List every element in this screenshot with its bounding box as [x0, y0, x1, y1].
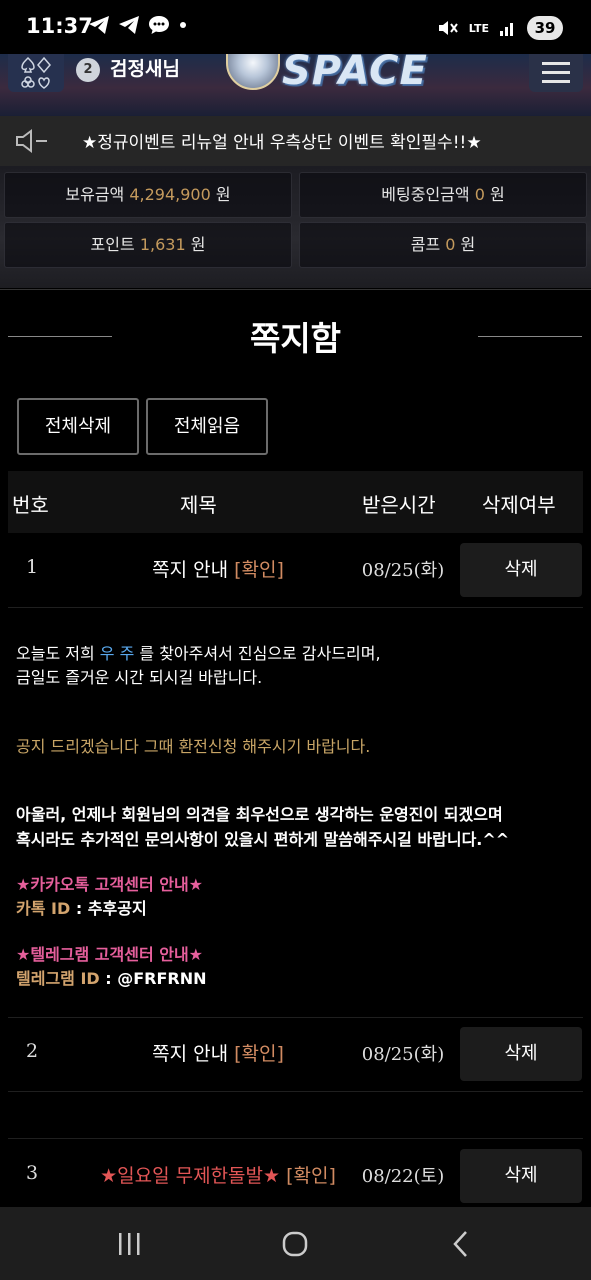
menu-icon-bar — [542, 80, 570, 83]
network-type: LTE — [468, 21, 489, 35]
status-time: 11:37 — [26, 14, 93, 38]
message-content: 오늘도 저희 우 주 를 찾아주셔서 진심으로 감사드리며, 금일도 즐거운 시… — [8, 608, 583, 1018]
betting-amount: 베팅중인금액 0 원 — [299, 172, 587, 218]
speaker-icon — [16, 129, 47, 153]
header-title: 제목 — [180, 493, 217, 517]
notice-bar[interactable]: ★정규이벤트 리뉴얼 안내 우측상단 이벤트 확인필수!!★ — [0, 116, 591, 166]
kakao-id-line: 카톡 ID : 추후공지 — [16, 895, 147, 919]
recent-apps-icon[interactable] — [114, 1229, 144, 1259]
message-line: 오늘도 저희 우 주 를 찾아주셔서 진심으로 감사드리며, — [16, 640, 381, 664]
row-title[interactable]: ★일요일 무제한돌발★ [확인] — [88, 1161, 348, 1188]
comp-label: 콤프 — [410, 235, 441, 254]
read-all-button[interactable]: 전체읽음 — [146, 398, 268, 455]
message-text: 를 찾아주셔서 진심으로 감사드리며, — [134, 644, 381, 663]
betting-label: 베팅중인금액 — [381, 185, 470, 204]
status-right: LTE 39 — [437, 16, 563, 40]
table-row[interactable]: 2 쪽지 안내 [확인] 08/25(화) 삭제 — [8, 1018, 583, 1092]
row-status: [확인] — [234, 1043, 284, 1065]
message-line: 금일도 즐거운 시간 되시길 바랍니다. — [16, 668, 263, 687]
delete-button[interactable]: 삭제 — [460, 543, 582, 597]
telegram-id-value: @FRFRNN — [117, 969, 207, 988]
delete-button[interactable]: 삭제 — [460, 1149, 582, 1203]
message-box-panel: 쪽지함 전체삭제 전체읽음 번호 제목 받은시간 삭제여부 1 쪽지 안내 [확… — [0, 289, 591, 1214]
menu-icon-bar — [542, 71, 570, 74]
row-status: [확인] — [286, 1165, 336, 1187]
point-amount: 포인트 1,631 원 — [4, 222, 292, 268]
row-status: [확인] — [234, 559, 284, 581]
balance-panel: 보유금액 4,294,900 원 베팅중인금액 0 원 포인트 1,631 원 … — [0, 166, 591, 288]
kakao-id-label: 카톡 ID — [16, 899, 71, 918]
comp-value: 0 — [445, 235, 456, 254]
logo-globe-icon — [226, 54, 280, 90]
header-delete: 삭제여부 — [482, 493, 556, 517]
title-divider — [478, 336, 582, 337]
level-badge: 2 — [76, 58, 100, 82]
row-date: 08/22(토) — [361, 1166, 445, 1187]
point-value: 1,631 — [139, 235, 186, 254]
notification-icons — [88, 15, 188, 35]
row-number: 1 — [26, 556, 39, 578]
telegram-id-label: 텔레그램 ID — [16, 969, 100, 988]
dot-icon — [180, 22, 186, 28]
card-suits-icon — [21, 56, 51, 89]
chat-bubble-icon — [149, 16, 169, 34]
site-logo[interactable]: SPACE — [282, 54, 428, 94]
kakao-id-value: 추후공지 — [87, 899, 147, 918]
row-number: 3 — [26, 1162, 39, 1184]
row-title-text: ★일요일 무제한돌발★ — [100, 1165, 281, 1187]
site-name-highlight: 우 주 — [99, 644, 135, 663]
card-suits-button[interactable] — [8, 54, 64, 92]
message-line: 아울러, 언제나 회원님의 의견을 최우선으로 생각하는 운영진이 되겠으며 — [16, 805, 503, 824]
message-text: 오늘도 저희 — [16, 644, 100, 663]
separator: : — [99, 969, 118, 988]
betting-unit: 원 — [489, 185, 505, 204]
row-title[interactable]: 쪽지 안내 [확인] — [88, 555, 348, 582]
row-date: 08/25(화) — [361, 1044, 445, 1065]
betting-value: 0 — [474, 185, 485, 204]
row-number: 2 — [26, 1040, 39, 1062]
back-icon[interactable] — [446, 1229, 476, 1259]
network-indicator: LTE — [469, 23, 489, 34]
delete-button[interactable]: 삭제 — [460, 1027, 582, 1081]
table-row[interactable]: 3 ★일요일 무제한돌발★ [확인] 08/22(토) 삭제 — [8, 1140, 583, 1214]
holding-unit: 원 — [215, 185, 231, 204]
holding-label: 보유금액 — [65, 185, 125, 204]
battery-icon: 39 — [527, 16, 563, 40]
message-line: 혹시라도 추가적인 문의사항이 있을시 편하게 말씀해주시길 바랍니다.^^ — [16, 830, 510, 849]
separator: : — [70, 899, 88, 918]
table-row[interactable]: 1 쪽지 안내 [확인] 08/25(화) 삭제 — [8, 534, 583, 608]
mute-icon — [438, 21, 458, 35]
signal-icon — [500, 23, 513, 36]
row-title-text: 쪽지 안내 — [152, 1043, 229, 1065]
holding-value: 4,294,900 — [129, 185, 211, 204]
header-number: 번호 — [12, 493, 49, 517]
holding-amount: 보유금액 4,294,900 원 — [4, 172, 292, 218]
point-unit: 원 — [190, 235, 206, 254]
row-title[interactable]: 쪽지 안내 [확인] — [88, 1039, 348, 1066]
user-nickname: 검정새님 — [110, 58, 180, 80]
point-label: 포인트 — [90, 235, 135, 254]
row-spacer — [8, 1138, 583, 1139]
telegram-id-line: 텔레그램 ID : @FRFRNN — [16, 965, 207, 989]
home-icon[interactable] — [280, 1229, 310, 1259]
kakao-section-title: ★카카오톡 고객센터 안내★ — [16, 875, 204, 894]
message-notice-line: 공지 드리겠습니다 그때 환전신청 해주시기 바랍니다. — [16, 737, 371, 756]
menu-button[interactable] — [529, 54, 583, 92]
notice-text: ★정규이벤트 리뉴얼 안내 우측상단 이벤트 확인필수!!★ — [82, 133, 482, 153]
comp-unit: 원 — [460, 235, 476, 254]
status-bar: 11:37 LTE 39 — [0, 0, 591, 54]
site-header: 2 검정새님 SPACE — [0, 54, 591, 116]
table-header: 번호 제목 받은시간 삭제여부 — [8, 471, 583, 533]
telegram-section-title: ★텔레그램 고객센터 안내★ — [16, 945, 204, 964]
telegram-icon — [119, 16, 139, 34]
system-nav-bar — [0, 1207, 591, 1280]
delete-all-button[interactable]: 전체삭제 — [17, 398, 139, 455]
comp-amount: 콤프 0 원 — [299, 222, 587, 268]
header-received-time: 받은시간 — [362, 493, 436, 517]
menu-icon-bar — [542, 62, 570, 65]
row-title-text: 쪽지 안내 — [152, 559, 229, 581]
telegram-icon — [89, 16, 109, 34]
row-date: 08/25(화) — [361, 560, 445, 581]
